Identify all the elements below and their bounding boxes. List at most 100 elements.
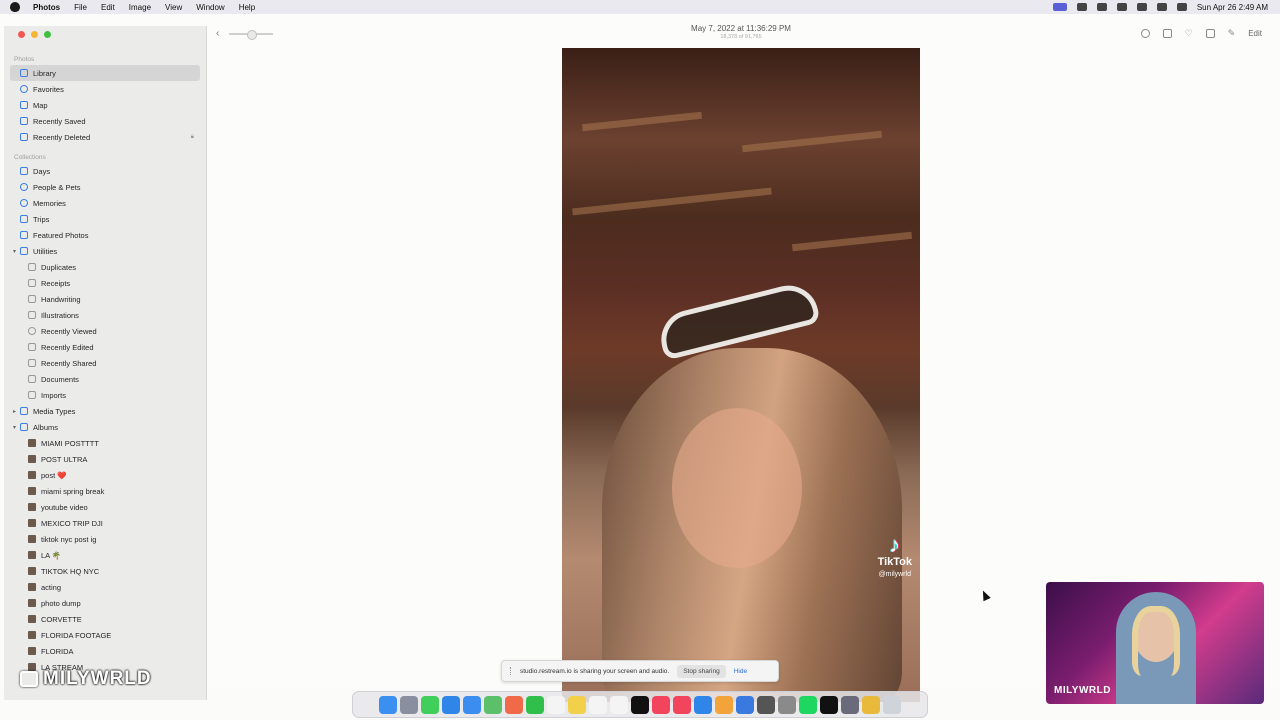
- vpn-icon[interactable]: [757, 695, 775, 714]
- menu-window[interactable]: Window: [196, 3, 224, 12]
- pages-icon[interactable]: [715, 695, 733, 714]
- menu-view[interactable]: View: [165, 3, 182, 12]
- siri-icon[interactable]: [1176, 3, 1187, 11]
- hide-button[interactable]: Hide: [734, 668, 747, 675]
- album-item[interactable]: photo dump: [10, 595, 200, 611]
- notes-icon[interactable]: [568, 695, 586, 714]
- album-item[interactable]: FLORIDA FOOTAGE: [10, 627, 200, 643]
- menu-image[interactable]: Image: [129, 3, 151, 12]
- maps-icon[interactable]: [484, 695, 502, 714]
- brush-icon: [28, 311, 36, 319]
- screen-share-icon[interactable]: [1052, 3, 1067, 11]
- edit-button[interactable]: Edit: [1248, 29, 1262, 38]
- rotate-icon[interactable]: [1205, 29, 1215, 38]
- sidebar-item-albums[interactable]: ▾ Albums: [10, 419, 200, 435]
- menu-clock[interactable]: Sun Apr 26 2:49 AM: [1197, 3, 1268, 12]
- stop-sharing-button[interactable]: Stop sharing: [677, 664, 726, 678]
- menu-file[interactable]: File: [74, 3, 87, 12]
- album-item[interactable]: post ❤️: [10, 467, 200, 483]
- sidebar-item-library[interactable]: Library: [10, 65, 200, 81]
- sidebar-item-receipts[interactable]: Receipts: [10, 275, 200, 291]
- sparkle-icon[interactable]: [1096, 3, 1107, 11]
- maximize-window-icon[interactable]: [44, 31, 51, 38]
- close-window-icon[interactable]: [18, 31, 25, 38]
- messages-icon[interactable]: [421, 695, 439, 714]
- section-photos: Photos: [14, 56, 35, 63]
- chevron-right-icon[interactable]: ▸: [13, 408, 16, 415]
- album-item[interactable]: tiktok nyc post ig: [10, 531, 200, 547]
- back-icon[interactable]: ‹: [216, 28, 219, 39]
- enhance-icon[interactable]: ✎: [1228, 28, 1236, 39]
- capcut-icon[interactable]: [820, 695, 838, 714]
- mail-icon[interactable]: [463, 695, 481, 714]
- heart-icon[interactable]: ♡: [1185, 28, 1193, 39]
- album-item[interactable]: LA 🌴: [10, 547, 200, 563]
- menu-edit[interactable]: Edit: [101, 3, 115, 12]
- sidebar-item-trips[interactable]: Trips: [10, 211, 200, 227]
- photos-icon[interactable]: [505, 695, 523, 714]
- chevron-down-icon[interactable]: ▾: [13, 424, 16, 431]
- album-item[interactable]: miami spring break: [10, 483, 200, 499]
- album-item[interactable]: FLORIDA: [10, 643, 200, 659]
- album-item[interactable]: MIAMI POSTTTT: [10, 435, 200, 451]
- appstore-icon[interactable]: [694, 695, 712, 714]
- sidebar-item-handwriting[interactable]: Handwriting: [10, 291, 200, 307]
- sidebar-item-imports[interactable]: Imports: [10, 387, 200, 403]
- albums-icon: [20, 423, 28, 431]
- sidebar-item-utilities[interactable]: ▾ Utilities: [10, 243, 200, 259]
- sidebar-item-recently-saved[interactable]: Recently Saved: [10, 113, 200, 129]
- info-icon[interactable]: [1140, 29, 1150, 38]
- trash-icon[interactable]: [883, 695, 901, 714]
- photo-viewer[interactable]: ♪ TikTok @milywrld: [562, 48, 920, 702]
- calendar-icon[interactable]: [547, 695, 565, 714]
- chrome-icon[interactable]: [862, 695, 880, 714]
- control-center-icon[interactable]: [1156, 3, 1167, 11]
- sidebar-item-documents[interactable]: Documents: [10, 371, 200, 387]
- menu-help[interactable]: Help: [239, 3, 255, 12]
- creative-cloud-icon[interactable]: [1076, 3, 1087, 11]
- sidebar-item-recently-deleted[interactable]: Recently Deleted 🔒︎: [10, 129, 200, 145]
- spotify-icon[interactable]: [799, 695, 817, 714]
- share-icon[interactable]: [1162, 29, 1172, 38]
- apple-menu-icon[interactable]: [10, 2, 20, 12]
- launchpad-icon[interactable]: [400, 695, 418, 714]
- sidebar-item-map[interactable]: Map: [10, 97, 200, 113]
- sidebar-item-media-types[interactable]: ▸ Media Types: [10, 403, 200, 419]
- sidebar-item-label: Recently Edited: [41, 342, 94, 352]
- album-item[interactable]: TIKTOK HQ NYC: [10, 563, 200, 579]
- music-icon[interactable]: [652, 695, 670, 714]
- safari-icon[interactable]: [442, 695, 460, 714]
- search-icon[interactable]: [1136, 3, 1147, 11]
- news-icon[interactable]: [673, 695, 691, 714]
- freeform-icon[interactable]: [610, 695, 628, 714]
- zoom-slider[interactable]: [229, 29, 274, 40]
- preview-icon[interactable]: [841, 695, 859, 714]
- sidebar-item-days[interactable]: Days: [10, 163, 200, 179]
- album-item[interactable]: youtube video: [10, 499, 200, 515]
- sidebar-item-recently-shared[interactable]: Recently Shared: [10, 355, 200, 371]
- sidebar-item-people-pets[interactable]: People & Pets: [10, 179, 200, 195]
- facetime-icon[interactable]: [526, 695, 544, 714]
- sidebar-item-featured-photos[interactable]: Featured Photos: [10, 227, 200, 243]
- album-item[interactable]: acting: [10, 579, 200, 595]
- minimize-window-icon[interactable]: [31, 31, 38, 38]
- appletv-icon[interactable]: [631, 695, 649, 714]
- xcode-icon[interactable]: [736, 695, 754, 714]
- chevron-down-icon[interactable]: ▾: [13, 248, 16, 255]
- finder-icon[interactable]: [379, 695, 397, 714]
- sidebar-item-illustrations[interactable]: Illustrations: [10, 307, 200, 323]
- reminders-icon[interactable]: [589, 695, 607, 714]
- wifi-icon[interactable]: [1116, 3, 1127, 11]
- album-label: FLORIDA FOOTAGE: [41, 630, 112, 640]
- settings-icon[interactable]: [778, 695, 796, 714]
- drag-handle-icon[interactable]: [510, 667, 514, 675]
- sidebar-item-recently-viewed[interactable]: Recently Viewed: [10, 323, 200, 339]
- sidebar-item-duplicates[interactable]: Duplicates: [10, 259, 200, 275]
- sidebar-item-memories[interactable]: Memories: [10, 195, 200, 211]
- album-item[interactable]: MEXICO TRIP DJI: [10, 515, 200, 531]
- album-item[interactable]: CORVETTE: [10, 611, 200, 627]
- menu-app-photos[interactable]: Photos: [33, 3, 60, 12]
- sidebar-item-recently-edited[interactable]: Recently Edited: [10, 339, 200, 355]
- album-item[interactable]: POST ULTRA: [10, 451, 200, 467]
- sidebar-item-favorites[interactable]: Favorites: [10, 81, 200, 97]
